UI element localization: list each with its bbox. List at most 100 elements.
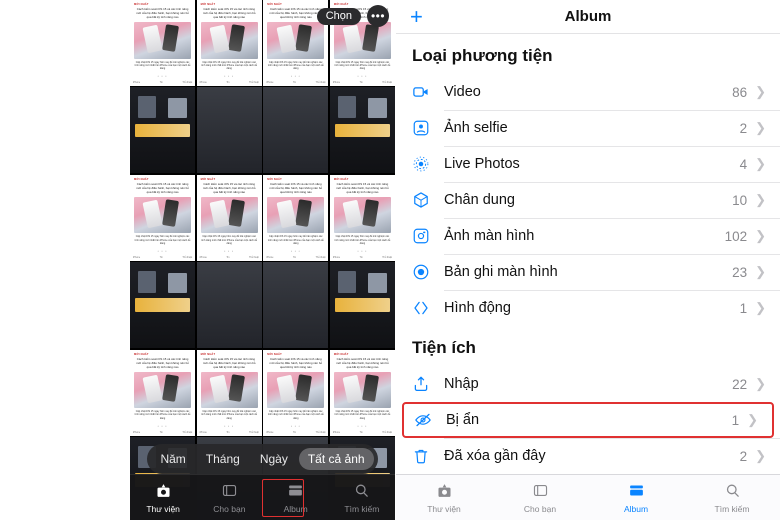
album-row-hình-động[interactable]: Hình động 1 ❯ — [396, 290, 780, 326]
chevron-right-icon: ❯ — [755, 192, 766, 207]
thumbnail-dots: • • • — [357, 73, 368, 78]
select-button[interactable]: Chọn — [316, 7, 361, 25]
row-separator — [444, 110, 780, 111]
row-separator — [444, 254, 780, 255]
albums-list: Loại phương tiện Video 86 ❯ Ảnh selfie 2 ❯ Live… — [396, 34, 780, 474]
album-row-bản-ghi-màn-hình[interactable]: Bản ghi màn hình 23 ❯ — [396, 254, 780, 290]
thumbnail-caption: Cập nhật iOS 15 ngay hôm nay để trải ngh… — [201, 60, 258, 70]
segment-tháng[interactable]: Tháng — [197, 448, 249, 470]
tab-thư-viện[interactable]: Thư viện — [396, 475, 492, 520]
segment-năm[interactable]: Năm — [151, 448, 194, 470]
thumbnail-photo — [134, 196, 192, 234]
tab-thư-viện[interactable]: Thư viện — [130, 475, 196, 520]
photo-thumbnail[interactable]: MỚI NHẤT Cách kiểm soát iOS 15 và các tín… — [329, 349, 395, 436]
tab-cho-bạn[interactable]: Cho bạn — [492, 475, 588, 520]
photo-thumbnail[interactable]: MỚI NHẤT Cách kiểm soát iOS 15 và các tín… — [196, 174, 262, 261]
album-row-count: 10 — [732, 192, 748, 208]
search-icon — [353, 482, 370, 501]
tab-tìm-kiếm[interactable]: Tìm kiếm — [329, 475, 395, 520]
photo-thumbnail[interactable] — [196, 87, 262, 174]
photo-thumbnail[interactable]: MỚI NHẤT Cách kiểm soát iOS 15 và các tín… — [263, 349, 329, 436]
thumbnail-dots: • • • — [290, 423, 301, 428]
thumbnail-tag: MỚI NHẤT — [134, 177, 149, 181]
album-row-nhập[interactable]: Nhập 22 ❯ — [396, 366, 780, 402]
photo-thumbnail[interactable] — [263, 262, 329, 349]
thumbnail-tag: MỚI NHẤT — [200, 352, 216, 356]
gray-thumbnail — [196, 262, 262, 349]
photo-thumbnail[interactable]: MỚI NHẤT Cách kiểm soát iOS 15 và các tín… — [130, 174, 196, 261]
tab-cho-bạn[interactable]: Cho bạn — [196, 475, 262, 520]
album-row-bị-ẩn[interactable]: Bị ẩn 1 ❯ — [402, 402, 774, 438]
hidden-eye-icon — [414, 411, 438, 429]
album-row-count: 1 — [739, 300, 748, 316]
right-phone-tabbar[interactable]: Thư viện Cho bạn Album Tìm kiếm — [396, 474, 780, 520]
article-thumbnail: MỚI NHẤT Cách kiểm soát iOS 15 và các tín… — [196, 349, 262, 436]
ellipsis-icon[interactable]: ••• — [367, 5, 389, 27]
row-separator — [444, 218, 780, 219]
thumbnail-dots: • • • — [224, 73, 235, 78]
photo-grid[interactable]: MỚI NHẤT Cách kiểm soát iOS 15 và các tín… — [130, 0, 395, 520]
album-row-count: 2 — [739, 448, 748, 464]
album-row-count: 22 — [732, 376, 748, 392]
photo-thumbnail[interactable]: MỚI NHẤT Cách kiểm soát iOS 15 và các tín… — [263, 174, 329, 261]
thumbnail-dots: • • • — [290, 248, 301, 253]
thumbnail-dots: • • • — [224, 423, 235, 428]
thumbnail-caption: Cập nhật iOS 15 ngay hôm nay để trải ngh… — [134, 235, 191, 245]
thumbnail-headline: Cách kiểm soát iOS 15 và các tính năng m… — [269, 356, 323, 369]
screenshot-icon — [412, 227, 436, 245]
selfie-icon — [412, 119, 436, 137]
search-icon — [724, 482, 741, 501]
photo-thumbnail[interactable]: MỚI NHẤT Cách kiểm soát iOS 15 và các tín… — [329, 174, 395, 261]
tab-label: Album — [623, 503, 649, 514]
album-row-count: 86 — [732, 84, 748, 100]
album-row-label: Ảnh màn hình — [444, 228, 535, 244]
segment-tất-cả-ảnh[interactable]: Tất cả ảnh — [298, 448, 374, 470]
chevron-right-icon: ❯ — [755, 376, 766, 391]
tab-tìm-kiếm[interactable]: Tìm kiếm — [684, 475, 780, 520]
thumbnail-headline: Cách kiểm soát iOS 15 và các tính năng m… — [136, 356, 189, 369]
photo-thumbnail[interactable]: MỚI NHẤT Cách kiểm soát iOS 15 và các tín… — [196, 349, 262, 436]
album-row-count: 23 — [732, 264, 748, 280]
tab-album[interactable]: Album — [588, 475, 684, 520]
thumbnail-headline: Cách kiểm soát iOS 15 và các tính năng m… — [336, 356, 389, 369]
album-row-đã-xóa-gần-đây[interactable]: Đã xóa gần đây 2 ❯ — [396, 438, 780, 474]
photo-thumbnail[interactable] — [130, 87, 196, 174]
thumbnail-caption: Cập nhật iOS 15 ngay hôm nay để trải ngh… — [201, 235, 258, 245]
thumbnail-headline: Cách kiểm soát iOS 15 và các tính năng m… — [269, 181, 323, 194]
album-row-count: 2 — [739, 120, 748, 136]
album-row-ảnh-selfie[interactable]: Ảnh selfie 2 ❯ — [396, 110, 780, 146]
photo-thumbnail[interactable] — [329, 87, 395, 174]
thumbnail-tag: MỚI NHẤT — [134, 352, 149, 356]
photo-thumbnail[interactable] — [263, 87, 329, 174]
chevron-right-icon: ❯ — [755, 84, 766, 99]
gray-thumbnail — [196, 87, 262, 174]
photos-library-icon — [155, 482, 172, 501]
thumbnail-caption: Cập nhật iOS 15 ngay hôm nay để trải ngh… — [334, 60, 391, 70]
thumbnail-headline: Cách kiểm soát iOS 15 và các tính năng m… — [136, 181, 189, 194]
tab-label: Cho bạn — [523, 503, 557, 514]
photo-thumbnail[interactable] — [130, 262, 196, 349]
album-row-chân-dung[interactable]: Chân dung 10 ❯ — [396, 182, 780, 218]
section-title: Loại phương tiện — [412, 46, 553, 65]
album-row-video[interactable]: Video 86 ❯ — [396, 74, 780, 110]
photo-thumbnail[interactable] — [329, 262, 395, 349]
segment-ngày[interactable]: Ngày — [251, 448, 297, 470]
photo-thumbnail[interactable] — [196, 262, 262, 349]
tab-label: Tìm kiếm — [344, 503, 380, 514]
row-separator — [444, 182, 780, 183]
timeline-segmented-control[interactable]: Năm Tháng Ngày Tất cả ảnh — [130, 444, 395, 474]
thumbnail-photo — [267, 196, 325, 234]
thumbnail-dots: • • • — [157, 248, 168, 253]
gray-thumbnail — [263, 262, 329, 349]
thumbnail-dots: • • • — [357, 248, 368, 253]
album-row-label: Ảnh selfie — [444, 120, 508, 136]
album-row-ảnh-màn-hình[interactable]: Ảnh màn hình 102 ❯ — [396, 218, 780, 254]
left-phone-photos-grid: MỚI NHẤT Cách kiểm soát iOS 15 và các tín… — [130, 0, 395, 520]
album-row-label: Nhập — [444, 376, 479, 392]
album-row-count: 1 — [731, 412, 740, 428]
thumbnail-caption: Cập nhật iOS 15 ngay hôm nay để trải ngh… — [201, 410, 258, 420]
photo-thumbnail[interactable]: MỚI NHẤT Cách kiểm soát iOS 15 và các tín… — [130, 349, 196, 436]
album-row-live-photos[interactable]: Live Photos 4 ❯ — [396, 146, 780, 182]
thumbnail-caption: Cập nhật iOS 15 ngay hôm nay để trải ngh… — [334, 235, 391, 245]
left-phone-tabbar[interactable]: Thư viện Cho bạn Album Tìm kiếm — [130, 474, 395, 520]
